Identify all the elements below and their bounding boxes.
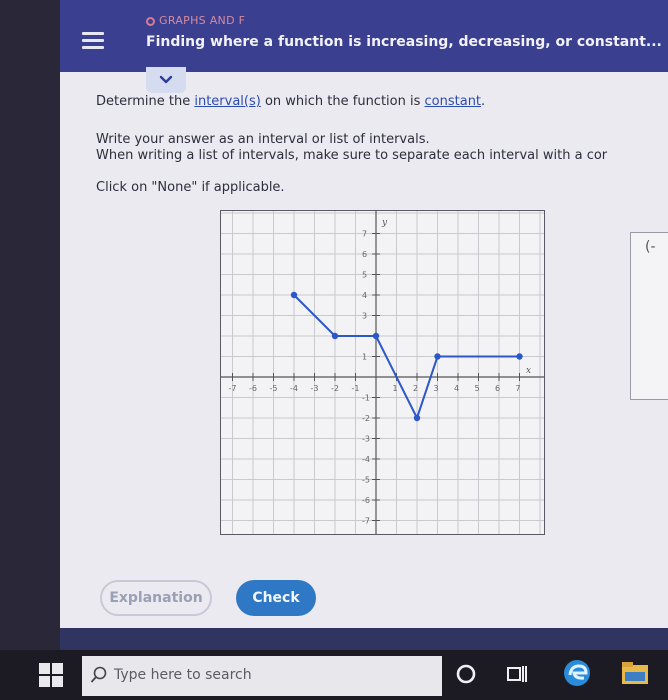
- topic-label: GRAPHS AND F: [159, 14, 246, 27]
- x-tick-label: -5: [270, 384, 278, 393]
- y-tick-label: -4: [362, 455, 370, 464]
- y-tick-label: 4: [362, 291, 367, 300]
- y-tick-label: -6: [362, 496, 370, 505]
- y-tick-label: 5: [362, 271, 367, 280]
- cortana-icon[interactable]: [454, 662, 478, 686]
- screen: GRAPHS AND F Finding where a function is…: [0, 0, 668, 700]
- y-tick-label: 7: [362, 230, 367, 239]
- y-tick-label: -3: [362, 435, 370, 444]
- page-title: Finding where a function is increasing, …: [146, 34, 662, 50]
- x-tick-label: 4: [454, 384, 459, 393]
- data-point: [372, 332, 380, 340]
- x-tick-label: -2: [331, 384, 339, 393]
- x-tick-label: 3: [434, 384, 439, 393]
- chevron-down-icon: [159, 75, 173, 84]
- windows-start-icon[interactable]: [38, 662, 64, 688]
- data-point: [331, 332, 339, 340]
- explanation-button[interactable]: Explanation: [100, 580, 212, 616]
- data-point: [516, 353, 523, 360]
- constant-link[interactable]: constant: [425, 94, 482, 109]
- x-tick-label: -4: [290, 384, 298, 393]
- none-instruction: Click on "None" if applicable.: [96, 180, 285, 195]
- x-tick-label: -3: [311, 384, 319, 393]
- question-text: .: [481, 94, 486, 109]
- question-text: Determine the: [96, 94, 195, 109]
- x-tick-label: -6: [249, 384, 257, 393]
- topic-circle-icon: [146, 17, 155, 26]
- file-explorer-icon[interactable]: [620, 660, 650, 686]
- x-tick-label: 1: [393, 384, 398, 393]
- x-tick-label: 2: [413, 384, 418, 393]
- graph-svg: -7 -6 -5 -4 -3 -2 -1 1 2 3 4 5 6 7 7 6 5 4 3 1 -1 -2 -3 -4 -5 -6 -…: [221, 211, 544, 534]
- y-tick-label: -7: [362, 517, 370, 526]
- hamburger-menu-icon[interactable]: [82, 32, 104, 50]
- x-tick-label: -7: [229, 384, 237, 393]
- y-tick-label: -1: [362, 394, 370, 403]
- search-icon: [90, 666, 107, 683]
- check-button[interactable]: Check: [236, 580, 316, 616]
- y-tick-label: 6: [362, 250, 367, 259]
- bottom-bar: [60, 628, 668, 650]
- task-view-icon[interactable]: [505, 662, 529, 686]
- y-tick-label: -5: [362, 476, 370, 485]
- edge-browser-icon[interactable]: [562, 658, 592, 688]
- y-tick-label: -2: [362, 414, 370, 423]
- function-graph: -7 -6 -5 -4 -3 -2 -1 1 2 3 4 5 6 7 7 6 5 4 3 1 -1 -2 -3 -4 -5 -6 -…: [220, 210, 545, 535]
- x-tick-label: 7: [516, 384, 521, 393]
- x-tick-label: -1: [352, 384, 360, 393]
- answer-text: (-: [645, 239, 656, 255]
- search-placeholder: Type here to search: [114, 667, 252, 683]
- data-point: [413, 414, 421, 422]
- x-tick-label: 5: [475, 384, 480, 393]
- x-axis-label: x: [526, 366, 531, 376]
- interval-link[interactable]: interval(s): [194, 94, 260, 109]
- question-text: on which the function is: [260, 94, 425, 109]
- data-point: [434, 353, 441, 360]
- question-line-1: Determine the interval(s) on which the f…: [96, 94, 485, 109]
- data-point: [290, 291, 298, 299]
- topic-breadcrumb: GRAPHS AND F: [146, 14, 245, 27]
- y-axis-label: y: [381, 218, 388, 228]
- instruction-line-1: Write your answer as an interval or list…: [96, 132, 430, 147]
- taskbar-search-input[interactable]: Type here to search: [82, 656, 442, 696]
- x-tick-label: 6: [495, 384, 500, 393]
- answer-input-box[interactable]: (-: [630, 232, 668, 400]
- instruction-line-2: When writing a list of intervals, make s…: [96, 148, 608, 163]
- y-tick-label: 1: [362, 353, 367, 362]
- y-tick-label: 3: [362, 312, 367, 321]
- collapse-tab[interactable]: [146, 67, 186, 93]
